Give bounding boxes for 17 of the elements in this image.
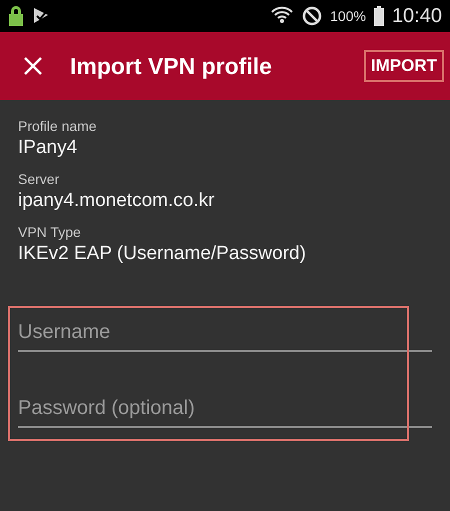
field-value: ipany4.monetcom.co.kr [18,190,216,212]
field-label: Profile name [18,118,98,134]
field-label: Server [18,171,60,187]
field-label: VPN Type [18,224,82,240]
text-field[interactable]: Username [18,311,432,352]
clock-time: 10:40 [392,4,442,28]
battery-icon [374,6,384,26]
battery-percent: 100% [330,8,366,24]
do-not-disturb-icon [302,6,322,26]
import-button[interactable]: IMPORT [364,50,444,82]
field-value: IKEv2 EAP (Username/Password) [18,243,307,265]
close-button[interactable] [24,57,42,75]
field-value: IPany4 [18,137,78,159]
screen-title: Import VPN profile [70,52,273,80]
lock-icon [8,6,24,26]
text-field[interactable]: Password (optional) [18,387,432,428]
checkmark-flag-icon [32,7,50,25]
